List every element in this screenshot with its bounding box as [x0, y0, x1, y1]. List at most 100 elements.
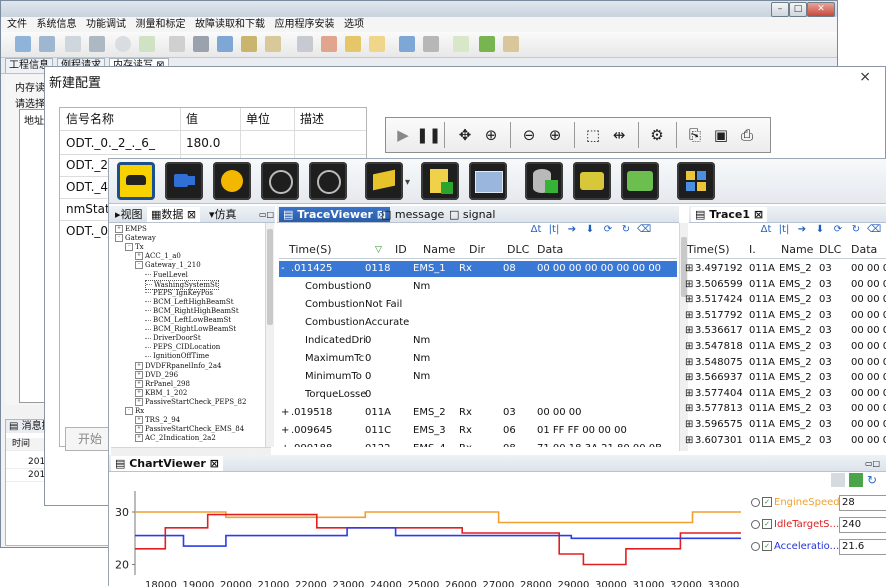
tree-node[interactable]: + AC_2Indication_2a2: [135, 434, 216, 443]
tree-scrollbar[interactable]: [265, 223, 274, 447]
refresh-icon[interactable]: ↻: [619, 223, 633, 237]
tree-node[interactable]: - Gateway_1_210: [135, 261, 201, 270]
radio-icon[interactable]: [751, 497, 760, 507]
copy-icon[interactable]: ⎘: [684, 124, 706, 146]
chevron-down-icon[interactable]: ▾: [405, 177, 410, 188]
pause-icon[interactable]: [261, 162, 299, 200]
trace-row[interactable]: - .011425 0118 EMS_1 Rx 08 00 00 00 00 00 00 0…: [279, 261, 677, 277]
tree-node[interactable]: PEPS_CIDLocation: [145, 343, 220, 351]
select-icon[interactable]: ⬚: [582, 124, 604, 146]
camera-icon[interactable]: [165, 162, 203, 200]
pencil-icon[interactable]: [345, 36, 361, 52]
tree-node[interactable]: + EMPS: [115, 225, 147, 233]
signal-name-cell[interactable]: ODT._4_: [66, 176, 114, 198]
car-icon[interactable]: [117, 162, 155, 200]
filter-icon[interactable]: ⟳: [831, 223, 845, 237]
trace1-row[interactable]: ⊞3.497192 011A EMS_2 03 00 00 00: [685, 261, 886, 277]
tree-node[interactable]: + DVDFRpanelInfo_2a4: [135, 361, 222, 370]
expand-icon[interactable]: +: [281, 441, 289, 447]
tree-node[interactable]: + TRS_2_94: [135, 416, 180, 425]
trace-row[interactable]: Combustion Not Fail: [279, 297, 677, 313]
tree-node[interactable]: IgnitionOffTime: [145, 352, 209, 360]
tab-trace-viewer[interactable]: ▤ TraceViewer ⊠: [279, 207, 391, 222]
table-icon[interactable]: [15, 36, 31, 52]
ruler-icon[interactable]: [265, 36, 281, 52]
time-delta-icon[interactable]: Δt: [529, 223, 543, 237]
tree-icon[interactable]: [453, 36, 469, 52]
chart-icon[interactable]: [321, 36, 337, 52]
expand-icon[interactable]: ⊞: [685, 417, 693, 433]
tree-node[interactable]: + KBM_1_202: [135, 388, 187, 397]
stop-icon[interactable]: [309, 162, 347, 200]
close-button[interactable]: ✕: [807, 2, 835, 17]
chart-icon[interactable]: [469, 162, 507, 200]
radio-icon[interactable]: [751, 519, 760, 529]
disc-icon[interactable]: [115, 36, 131, 52]
checkbox-icon[interactable]: ✓: [762, 541, 772, 551]
play-icon[interactable]: ▶: [392, 124, 414, 146]
legend-value-field[interactable]: 28: [839, 495, 886, 511]
trace-row[interactable]: TorqueLosse 0: [279, 387, 677, 403]
zoom-in-icon[interactable]: ⊕: [544, 124, 566, 146]
expand-icon[interactable]: +: [135, 434, 143, 443]
signal-name-cell[interactable]: ODT._2_: [66, 154, 114, 176]
time-abs-icon[interactable]: |t|: [547, 223, 561, 237]
expand-icon[interactable]: ⊞: [685, 339, 693, 355]
trace1-row[interactable]: ⊞3.506599 011A EMS_2 03 00 00 00: [685, 277, 886, 293]
tree-node[interactable]: + PassiveStartCheck_EMS_84: [135, 425, 244, 434]
expand-icon[interactable]: ⊞: [685, 401, 693, 417]
signal-chart[interactable]: 203018000 19000 20000 21000 22000 23000 24000 2…: [109, 489, 745, 587]
collapse-icon[interactable]: -: [125, 407, 133, 415]
arrow-down-icon[interactable]: ⬇: [583, 223, 597, 237]
folder-icon[interactable]: [365, 162, 403, 200]
tree-node[interactable]: + ACC_1_a0: [135, 252, 181, 261]
maximize-button[interactable]: □: [789, 2, 807, 17]
tree-node[interactable]: + DVD_296: [135, 370, 178, 379]
expand-icon[interactable]: ⊞: [685, 292, 693, 308]
signal-name-cell[interactable]: ODT._0_: [66, 220, 114, 242]
book-icon[interactable]: [503, 36, 519, 52]
expand-icon[interactable]: +: [135, 361, 143, 370]
menu-file[interactable]: 文件: [7, 17, 27, 32]
recorder-icon[interactable]: [621, 162, 659, 200]
tree-node[interactable]: - Rx: [125, 407, 144, 415]
zoom-out-icon[interactable]: ⊖: [518, 124, 540, 146]
document-icon[interactable]: [65, 36, 81, 52]
trace-row[interactable]: Combustion Accurate: [279, 315, 677, 331]
checkbox-icon[interactable]: ✓: [762, 497, 772, 507]
dialog-close-icon[interactable]: ⨯: [859, 69, 871, 85]
play-icon[interactable]: [213, 162, 251, 200]
trace1-row[interactable]: ⊞3.566937 011A EMS_2 03 00 00 00: [685, 370, 886, 386]
tab-signal[interactable]: □ signal: [445, 207, 499, 222]
panel-min-max[interactable]: ▭□: [255, 207, 278, 222]
trace-row[interactable]: MinimumTo 0 Nm: [279, 369, 677, 385]
trace1-row[interactable]: ⊞3.536617 011A EMS_2 03 00 00 00: [685, 323, 886, 339]
tree-node[interactable]: PEPS_IgnKeyPos: [145, 289, 213, 297]
sort-chevron-icon[interactable]: ▽: [375, 243, 382, 257]
expand-icon[interactable]: ⊞: [685, 308, 693, 324]
scroll-thumb[interactable]: [267, 229, 273, 325]
tab-message[interactable]: □ message: [377, 207, 448, 222]
time-delta-icon[interactable]: Δt: [759, 223, 773, 237]
collapse-icon[interactable]: -: [135, 261, 143, 270]
edit-icon[interactable]: [369, 36, 385, 52]
filter-icon[interactable]: ⟳: [601, 223, 615, 237]
save-icon[interactable]: ▣: [710, 124, 732, 146]
expand-icon[interactable]: ⊞: [685, 433, 693, 447]
tree-node[interactable]: BCM_RightHighBeamSt: [145, 307, 239, 315]
tree-node[interactable]: + RrPanel_298: [135, 379, 190, 388]
expand-icon[interactable]: +: [135, 388, 143, 397]
tab-simulation[interactable]: ▾仿真: [205, 207, 241, 222]
export-icon[interactable]: [831, 473, 845, 487]
tree-node[interactable]: BCM_LeftLowBeamSt: [145, 316, 231, 324]
collapse-icon[interactable]: -: [281, 261, 285, 277]
tab-data[interactable]: ▦数据 ⊠: [147, 207, 201, 222]
menu-install[interactable]: 应用程序安装: [275, 17, 335, 32]
zoom-fit-icon[interactable]: ⊕: [480, 124, 502, 146]
expand-icon[interactable]: ⊞: [685, 370, 693, 386]
expand-icon[interactable]: +: [115, 225, 123, 233]
legend-value-field[interactable]: 240: [839, 517, 886, 533]
tab-view[interactable]: ▸视图: [111, 207, 147, 222]
download-icon[interactable]: [399, 36, 415, 52]
move-icon[interactable]: ✥: [454, 124, 476, 146]
